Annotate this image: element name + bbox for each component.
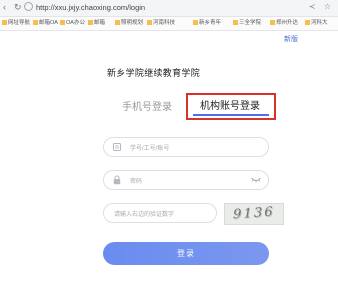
captcha-input[interactable]: 请输入右边的验证数字	[103, 203, 217, 223]
lock-icon	[113, 175, 121, 185]
bookmarks-bar: 网址导航 邮箱OA OA办公 邮箱 照明规划 河南科技 新乡青年 三全学院 郑州…	[0, 17, 338, 31]
url-text: http://xxu.jxjy.chaoxing.com/login	[36, 3, 146, 12]
id-card-icon	[113, 143, 121, 151]
bookmark-item[interactable]: OA办公	[60, 17, 85, 30]
globe-icon	[24, 2, 33, 11]
bookmark-item[interactable]: 邮箱OA	[33, 17, 58, 30]
folder-icon	[115, 20, 120, 25]
annotation-highlight-box	[186, 93, 276, 120]
bookmark-item[interactable]: 照明规划	[115, 17, 143, 30]
captcha-placeholder: 请输入右边的验证数字	[114, 212, 175, 218]
tab-phone-login[interactable]: 手机号登录	[122, 98, 172, 113]
student-id-placeholder: 学号/工号/账号	[130, 146, 170, 152]
login-button[interactable]: 登录	[103, 242, 269, 265]
bookmark-item[interactable]: 网址导航	[2, 17, 30, 30]
address-bar: ‹ ↻ http://xxu.jxjy.chaoxing.com/login ≺…	[0, 0, 338, 17]
folder-icon	[147, 20, 152, 25]
folder-icon	[2, 20, 7, 25]
new-version-link[interactable]: 新版	[284, 34, 298, 44]
bookmark-item[interactable]: 河科大	[305, 17, 328, 30]
folder-icon	[33, 20, 38, 25]
folder-icon	[60, 20, 65, 25]
student-id-field[interactable]: 学号/工号/账号	[103, 137, 269, 157]
password-field[interactable]: 密码	[103, 170, 269, 190]
back-icon[interactable]: ‹	[3, 2, 6, 12]
bookmark-item[interactable]: 河南科技	[147, 17, 175, 30]
captcha-text: 9136	[231, 204, 277, 223]
password-placeholder: 密码	[130, 179, 143, 185]
bookmark-item[interactable]: 邮箱	[88, 17, 105, 30]
eye-toggle-icon[interactable]	[251, 177, 261, 183]
bookmark-item[interactable]: 新乡青年	[193, 17, 221, 30]
share-icon[interactable]: ≺ ☆	[309, 2, 334, 11]
bookmark-item[interactable]: 三全学院	[233, 17, 261, 30]
reload-icon[interactable]: ↻	[14, 2, 22, 13]
folder-icon	[270, 20, 275, 25]
bookmark-item[interactable]: 郑州升达	[270, 17, 298, 30]
folder-icon	[193, 20, 198, 25]
folder-icon	[88, 20, 93, 25]
folder-icon	[233, 20, 238, 25]
folder-icon	[305, 20, 310, 25]
url-field[interactable]: http://xxu.jxjy.chaoxing.com/login	[24, 2, 304, 14]
page-title: 新乡学院继续教育学院	[107, 68, 201, 78]
captcha-image[interactable]: 9136	[224, 203, 284, 225]
